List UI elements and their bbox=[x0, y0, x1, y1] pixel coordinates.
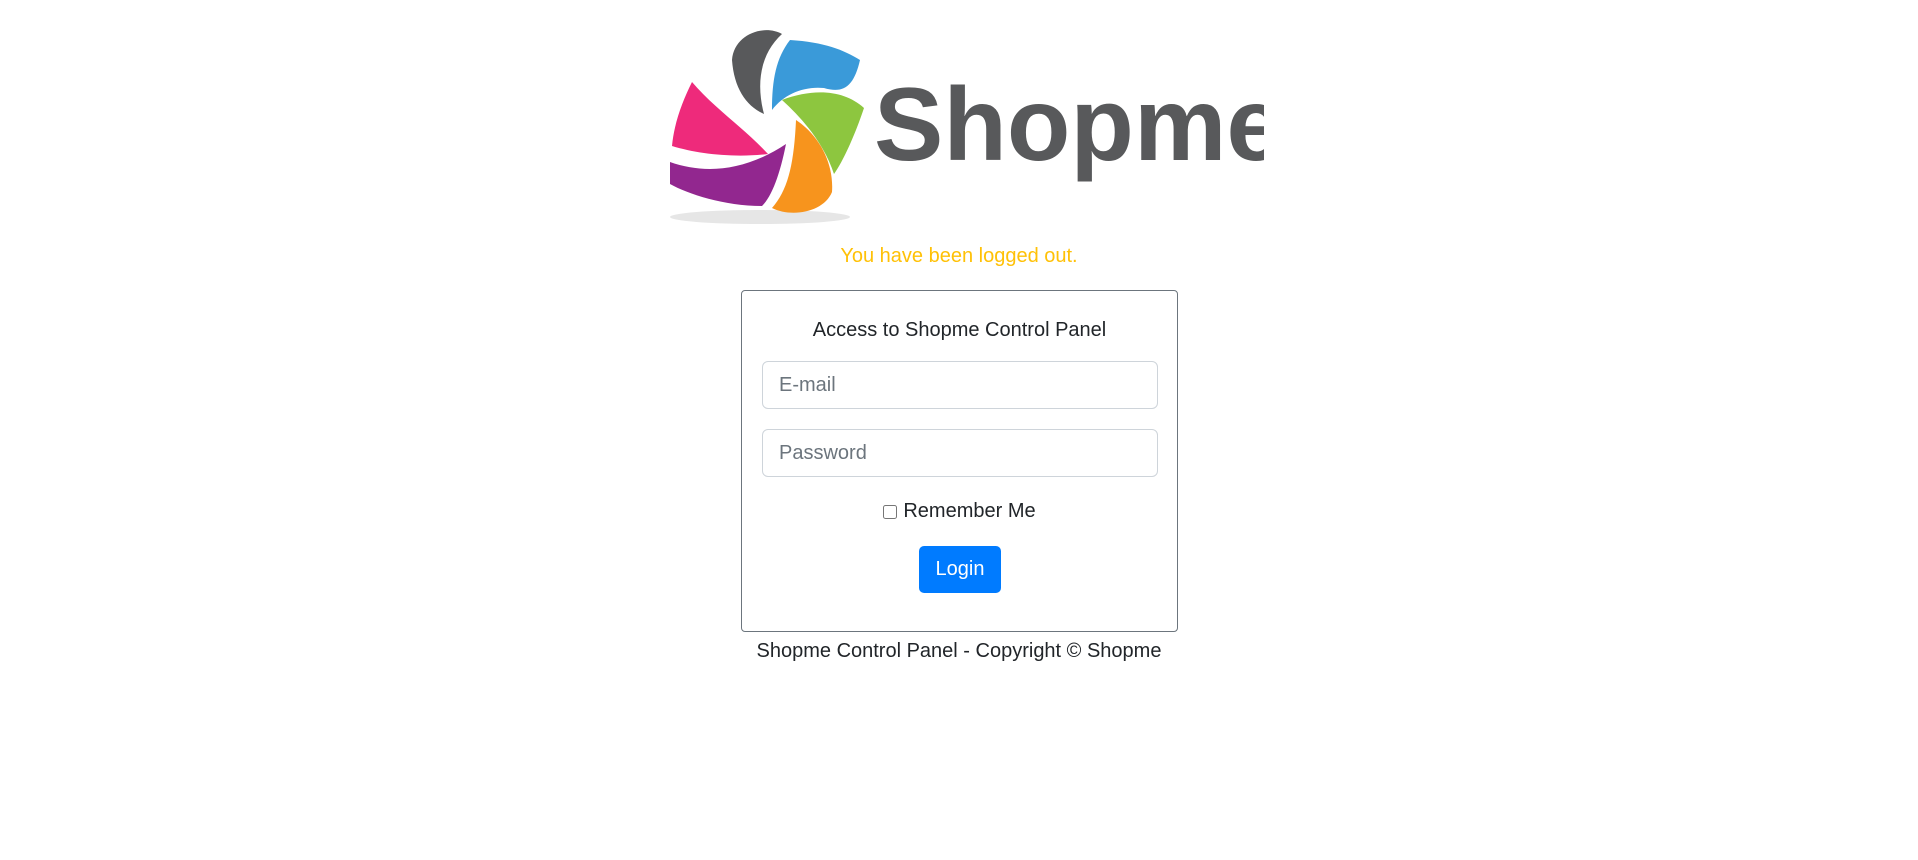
logo-wordmark: Shopme bbox=[874, 67, 1264, 183]
remember-me-label: Remember Me bbox=[903, 500, 1036, 522]
login-page: Shopme You have been logged out. Access … bbox=[0, 0, 1918, 860]
password-field[interactable] bbox=[762, 429, 1158, 477]
logout-message: You have been logged out. bbox=[840, 245, 1078, 267]
email-field[interactable] bbox=[762, 361, 1158, 409]
panel-title: Access to Shopme Control Panel bbox=[812, 319, 1107, 341]
remember-me[interactable]: Remember Me bbox=[742, 500, 1177, 523]
login-panel: Access to Shopme Control Panel Remember … bbox=[741, 290, 1178, 632]
login-button[interactable]: Login bbox=[919, 546, 1001, 593]
shopme-logo: Shopme bbox=[664, 24, 1264, 229]
footer-copyright: Shopme Control Panel - Copyright © Shopm… bbox=[756, 640, 1162, 662]
remember-me-checkbox[interactable] bbox=[883, 504, 898, 519]
